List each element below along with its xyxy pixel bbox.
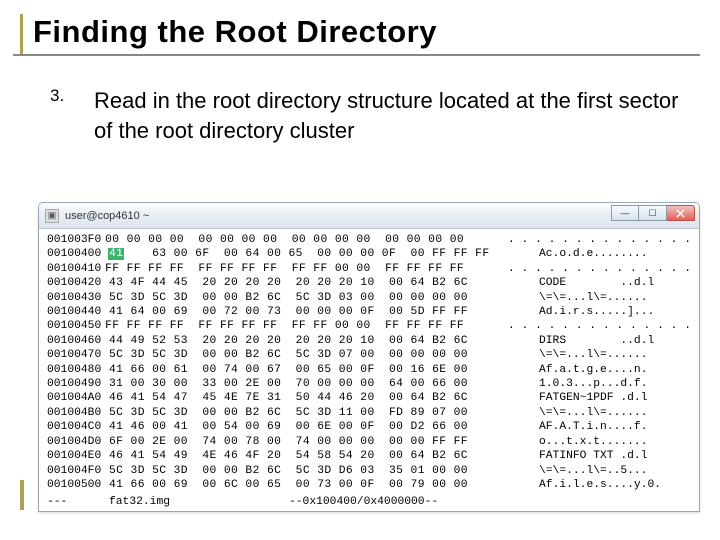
hex-ascii: . . . . . . . . . . . . . . xyxy=(508,262,691,276)
hex-ascii: . . . . . . . . . . . . . . xyxy=(508,319,691,333)
hex-ascii: 1.0.3...p...d.f. xyxy=(539,377,691,391)
hex-bytes: 6F 00 2E 00 74 00 78 00 74 00 00 00 00 0… xyxy=(109,435,539,449)
status-bar: --- fat32.img --0x100400/0x4000000-- xyxy=(39,496,699,511)
hex-ascii: DIRS ..d.l xyxy=(539,334,691,348)
hex-bytes: 5C 3D 5C 3D 00 00 B2 6C 5C 3D 11 00 FD 8… xyxy=(109,406,539,420)
title-block: Finding the Root Directory xyxy=(20,14,700,56)
hex-bytes: 41 46 00 41 00 54 00 69 00 6E 00 0F 00 D… xyxy=(109,420,539,434)
hex-address: 00100500 xyxy=(47,478,109,492)
hex-bytes: 41 64 00 69 00 72 00 73 00 00 00 0F 00 5… xyxy=(109,305,539,319)
hex-address: 00100400 xyxy=(47,247,109,261)
body-text: Read in the root directory structure loc… xyxy=(94,86,690,145)
hex-bytes: 41 63 00 6F 00 64 00 65 00 00 00 0F 00 F… xyxy=(109,247,539,261)
title-underline xyxy=(13,54,700,56)
hex-ascii: \=\=...l\=..5... xyxy=(539,464,691,478)
hex-bytes: 46 41 54 47 45 4E 7E 31 50 44 46 20 00 6… xyxy=(109,391,539,405)
hex-row: 0010044041 64 00 69 00 72 00 73 00 00 00… xyxy=(47,305,691,319)
hex-address: 00100490 xyxy=(47,377,109,391)
hex-address: 001004C0 xyxy=(47,420,109,434)
hex-ascii: Ac.o.d.e........ xyxy=(539,247,691,261)
hex-address: 00100420 xyxy=(47,276,109,290)
hex-bytes: 00 00 00 00 00 00 00 00 00 00 00 00 00 0… xyxy=(105,233,508,247)
hex-ascii: . . . . . . . . . . . . . . xyxy=(508,233,691,247)
hex-ascii: FATGEN~1PDF .d.l xyxy=(539,391,691,405)
hex-row: 001004305C 3D 5C 3D 00 00 B2 6C 5C 3D 03… xyxy=(47,291,691,305)
hex-row: 0010040041 63 00 6F 00 64 00 65 00 00 00… xyxy=(47,247,691,261)
hex-address: 00100410 xyxy=(47,262,105,276)
close-button[interactable] xyxy=(667,205,695,221)
hex-bytes: 46 41 54 49 4E 46 4F 20 54 58 54 20 00 6… xyxy=(109,449,539,463)
terminal-window: ▣ user@cop4610 ~ — ☐ 001003F000 00 00 00… xyxy=(38,202,700,512)
hex-ascii: \=\=...l\=...... xyxy=(539,348,691,362)
slide-title: Finding the Root Directory xyxy=(33,14,700,50)
hex-bytes: 44 49 52 53 20 20 20 20 20 20 20 10 00 6… xyxy=(109,334,539,348)
hex-row: 0010046044 49 52 53 20 20 20 20 20 20 20… xyxy=(47,334,691,348)
window-icon: ▣ xyxy=(45,209,59,223)
hex-bytes: 31 00 30 00 33 00 2E 00 70 00 00 00 64 0… xyxy=(109,377,539,391)
hex-ascii: Af.i.l.e.s....y.0. xyxy=(539,478,691,492)
hex-bytes: 5C 3D 5C 3D 00 00 B2 6C 5C 3D 07 00 00 0… xyxy=(109,348,539,362)
status-file: fat32.img xyxy=(109,496,289,511)
hex-row: 0010042043 4F 44 45 20 20 20 20 20 20 20… xyxy=(47,276,691,290)
hex-ascii: Ad.i.r.s.....]... xyxy=(539,305,691,319)
hex-ascii: AF.A.T.i.n....f. xyxy=(539,420,691,434)
status-position: --0x100400/0x4000000-- xyxy=(289,496,438,511)
minimize-button[interactable]: — xyxy=(611,205,639,221)
highlighted-byte: 41 xyxy=(108,248,124,260)
hex-bytes: 43 4F 44 45 20 20 20 20 20 20 20 10 00 6… xyxy=(109,276,539,290)
hex-address: 00100450 xyxy=(47,319,105,333)
hex-address: 00100470 xyxy=(47,348,109,362)
hex-ascii: \=\=...l\=...... xyxy=(539,291,691,305)
hex-address: 001004E0 xyxy=(47,449,109,463)
status-dashes: --- xyxy=(47,496,109,511)
slide-accent xyxy=(20,480,24,510)
hex-address: 00100460 xyxy=(47,334,109,348)
hex-bytes: FF FF FF FF FF FF FF FF FF FF 00 00 FF F… xyxy=(105,262,508,276)
hex-ascii: FATINFO TXT .d.l xyxy=(539,449,691,463)
hex-address: 001003F0 xyxy=(47,233,105,247)
hex-row: 0010048041 66 00 61 00 74 00 67 00 65 00… xyxy=(47,363,691,377)
hex-bytes: 41 66 00 61 00 74 00 67 00 65 00 0F 00 1… xyxy=(109,363,539,377)
hex-ascii: \=\=...l\=...... xyxy=(539,406,691,420)
hex-address: 001004F0 xyxy=(47,464,109,478)
hex-address: 001004B0 xyxy=(47,406,109,420)
hex-row: 00100410FF FF FF FF FF FF FF FF FF FF 00… xyxy=(47,262,691,276)
hex-address: 00100430 xyxy=(47,291,109,305)
hex-row: 0010050041 66 00 69 00 6C 00 65 00 73 00… xyxy=(47,478,691,492)
hex-address: 00100480 xyxy=(47,363,109,377)
window-controls: — ☐ xyxy=(611,205,695,221)
hex-row: 001004E046 41 54 49 4E 46 4F 20 54 58 54… xyxy=(47,449,691,463)
hex-row: 001004A046 41 54 47 45 4E 7E 31 50 44 46… xyxy=(47,391,691,405)
hex-dump: 001003F000 00 00 00 00 00 00 00 00 00 00… xyxy=(39,229,699,494)
hex-bytes: 5C 3D 5C 3D 00 00 B2 6C 5C 3D D6 03 35 0… xyxy=(109,464,539,478)
hex-bytes: 5C 3D 5C 3D 00 00 B2 6C 5C 3D 03 00 00 0… xyxy=(109,291,539,305)
hex-row: 00100450FF FF FF FF FF FF FF FF FF FF 00… xyxy=(47,319,691,333)
hex-address: 00100440 xyxy=(47,305,109,319)
maximize-button[interactable]: ☐ xyxy=(639,205,667,221)
hex-row: 001004C041 46 00 41 00 54 00 69 00 6E 00… xyxy=(47,420,691,434)
hex-row: 001004D06F 00 2E 00 74 00 78 00 74 00 00… xyxy=(47,435,691,449)
body-content: 3. Read in the root directory structure … xyxy=(20,86,700,145)
hex-row: 001004F05C 3D 5C 3D 00 00 B2 6C 5C 3D D6… xyxy=(47,464,691,478)
window-title: user@cop4610 ~ xyxy=(65,210,149,222)
hex-row: 001003F000 00 00 00 00 00 00 00 00 00 00… xyxy=(47,233,691,247)
hex-row: 001004705C 3D 5C 3D 00 00 B2 6C 5C 3D 07… xyxy=(47,348,691,362)
hex-row: 001004B05C 3D 5C 3D 00 00 B2 6C 5C 3D 11… xyxy=(47,406,691,420)
hex-ascii: Af.a.t.g.e....n. xyxy=(539,363,691,377)
hex-ascii: CODE ..d.l xyxy=(539,276,691,290)
hex-ascii: o...t.x.t....... xyxy=(539,435,691,449)
hex-bytes: FF FF FF FF FF FF FF FF FF FF 00 00 FF F… xyxy=(105,319,508,333)
hex-address: 001004A0 xyxy=(47,391,109,405)
hex-address: 001004D0 xyxy=(47,435,109,449)
window-titlebar[interactable]: ▣ user@cop4610 ~ — ☐ xyxy=(39,203,699,229)
hex-row: 0010049031 00 30 00 33 00 2E 00 70 00 00… xyxy=(47,377,691,391)
list-number: 3. xyxy=(50,86,72,145)
hex-bytes: 41 66 00 69 00 6C 00 65 00 73 00 0F 00 7… xyxy=(109,478,539,492)
